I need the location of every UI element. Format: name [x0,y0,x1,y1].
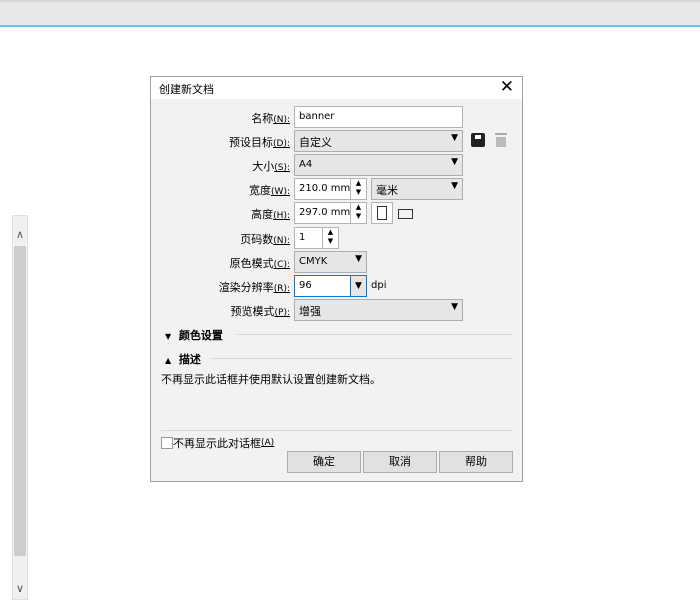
create-document-dialog: 创建新文档 ✕ 名称(N): banner 预设目标(D): 自定义 ▼ 大小(S… [150,76,523,482]
cancel-button[interactable]: 取消 [363,451,437,473]
chevron-down-icon: ▼ [451,133,458,143]
color-mode-label: 原色模式(C): [229,257,290,270]
name-input[interactable]: banner [294,106,463,128]
color-settings-section[interactable]: ▼ 颜色设置 [165,327,513,343]
portrait-icon [377,206,387,220]
expand-icon: ▼ [165,332,172,341]
size-label: 大小(S): [252,160,290,173]
chevron-down-icon: ▼ [451,302,458,312]
width-spinner[interactable]: ▲ ▼ [350,179,366,199]
help-button[interactable]: 帮助 [439,451,513,473]
pages-spinner[interactable]: ▲ ▼ [322,228,338,248]
size-select[interactable]: A4 ▼ [294,154,463,176]
preview-label: 预览模式(P): [230,305,290,318]
top-toolbar [0,0,700,27]
preset-select[interactable]: 自定义 ▼ [294,130,463,152]
dpi-unit: dpi [371,280,387,291]
resolution-dropdown[interactable]: ▼ [350,276,366,296]
scroll-down-icon[interactable]: ∨ [13,582,27,595]
pages-input[interactable]: 1 ▲ ▼ [294,227,339,249]
resolution-input[interactable]: 96 ▼ [294,275,367,297]
chevron-down-icon: ▼ [451,157,458,167]
dialog-titlebar: 创建新文档 ✕ [151,77,522,99]
height-spinner[interactable]: ▲ ▼ [350,203,366,223]
unit-select[interactable]: 毫米 ▼ [371,178,463,200]
chevron-down-icon: ▼ [355,254,362,264]
name-label: 名称(N): [251,112,290,125]
pages-label: 页码数(N): [240,233,290,246]
chevron-down-icon: ▼ [451,181,458,191]
delete-preset-icon[interactable] [495,133,507,147]
portrait-button[interactable] [371,202,393,224]
checkbox-box[interactable] [161,437,173,449]
vertical-scrollbar[interactable]: ∧ ∨ [12,215,28,600]
height-input[interactable]: 297.0 mm ▲ ▼ [294,202,367,224]
save-preset-icon[interactable] [471,133,485,147]
ok-button[interactable]: 确定 [287,451,361,473]
divider [161,430,513,431]
description-text: 不再显示此话框并使用默认设置创建新文档。 [161,373,381,386]
width-input[interactable]: 210.0 mm ▲ ▼ [294,178,367,200]
close-icon[interactable]: ✕ [500,77,514,97]
dont-show-checkbox[interactable]: 不再显示此对话框(A) [161,435,274,450]
preset-label: 预设目标(D): [229,136,290,149]
color-mode-select[interactable]: CMYK ▼ [294,251,367,273]
resolution-label: 渲染分辨率(R): [218,281,290,294]
preview-select[interactable]: 增强 ▼ [294,299,463,321]
landscape-icon[interactable] [398,209,413,219]
scroll-up-icon[interactable]: ∧ [13,228,27,241]
collapse-icon: ▲ [165,356,172,365]
description-section[interactable]: ▲ 描述 [165,351,513,367]
width-label: 宽度(W): [249,184,290,197]
height-label: 高度(H): [251,208,290,221]
scroll-thumb[interactable] [14,246,26,556]
dialog-title: 创建新文档 [159,83,214,96]
